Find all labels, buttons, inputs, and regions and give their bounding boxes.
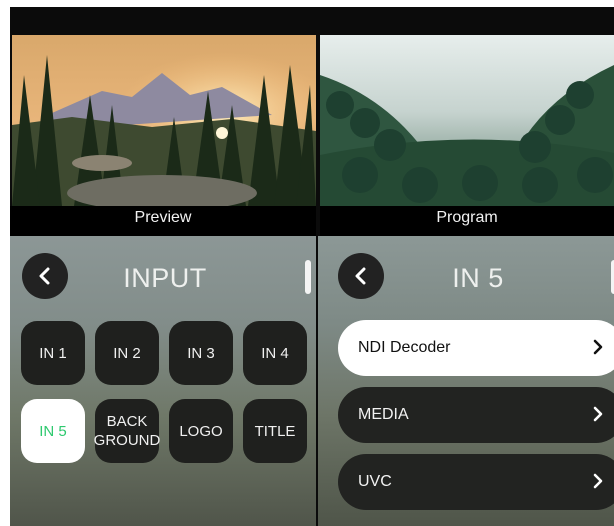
source-logo-button[interactable]: LOGO: [169, 399, 233, 463]
source-background-button[interactable]: BACK GROUND: [94, 399, 160, 463]
option-uvc[interactable]: UVC: [338, 454, 614, 510]
option-ndi-decoder-label: NDI Decoder: [358, 339, 451, 356]
option-ndi-decoder[interactable]: NDI Decoder: [338, 320, 614, 376]
option-uvc-label: UVC: [358, 473, 392, 490]
input-back-button[interactable]: [22, 253, 68, 299]
source-in5-button[interactable]: IN 5: [21, 399, 85, 463]
in5-panel: IN 5 NDI Decoder MEDIA UVC: [318, 236, 614, 526]
source-title-button[interactable]: TITLE: [243, 399, 307, 463]
in5-panel-title: IN 5: [452, 263, 504, 293]
in5-back-button[interactable]: [338, 253, 384, 299]
source-in3-button[interactable]: IN 3: [169, 321, 233, 385]
source-in1-button[interactable]: IN 1: [21, 321, 85, 385]
chevron-left-icon: [355, 267, 366, 285]
chevron-right-icon: [593, 339, 603, 355]
program-monitor: [320, 35, 614, 206]
chevron-left-icon: [39, 267, 50, 285]
input-scrollbar[interactable]: [305, 260, 311, 294]
source-in4-button[interactable]: IN 4: [243, 321, 307, 385]
switcher-screen: Preview Program INPUT IN 1 IN 2 IN 3 IN …: [10, 7, 614, 526]
option-media-label: MEDIA: [358, 406, 409, 423]
input-panel: INPUT IN 1 IN 2 IN 3 IN 4 IN 5 BACK GROU…: [10, 236, 316, 526]
preview-label: Preview: [10, 206, 316, 236]
input-panel-title: INPUT: [123, 263, 207, 293]
source-in2-button[interactable]: IN 2: [95, 321, 159, 385]
chevron-right-icon: [593, 406, 603, 422]
program-label: Program: [320, 206, 614, 236]
program-image: [320, 35, 614, 206]
option-media[interactable]: MEDIA: [338, 387, 614, 443]
chevron-right-icon: [593, 473, 603, 489]
preview-image: [12, 35, 316, 206]
preview-monitor: [12, 35, 316, 206]
